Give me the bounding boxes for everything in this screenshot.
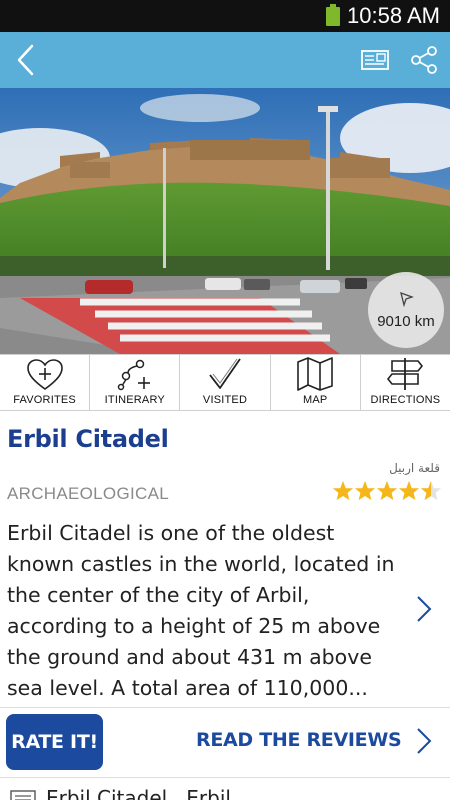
action-row: FAVORITES ITINERARY VISITED MAP DIRECTIO… — [0, 354, 450, 411]
distance-value: 9010 km — [377, 312, 435, 330]
visited-button[interactable]: VISITED — [180, 355, 271, 410]
divider — [0, 707, 450, 708]
place-description[interactable]: Erbil Citadel is one of the oldest known… — [7, 518, 399, 704]
directions-label: DIRECTIONS — [370, 394, 441, 406]
divider — [0, 777, 450, 778]
place-address[interactable]: Erbil Citadel , Erbil — [46, 786, 231, 800]
favorites-label: FAVORITES — [13, 394, 76, 406]
chevron-right-icon — [417, 728, 432, 754]
heart-plus-icon — [26, 359, 63, 390]
chevron-right-icon — [417, 596, 432, 622]
favorites-button[interactable]: FAVORITES — [0, 355, 91, 410]
description-more-button[interactable] — [416, 595, 432, 627]
postcard-icon — [361, 50, 389, 70]
star-icon — [332, 480, 354, 501]
compass-arrow-icon — [400, 291, 414, 307]
read-reviews-link[interactable]: READ THE REVIEWS — [196, 729, 402, 751]
star-icon — [376, 480, 398, 501]
status-bar: 10:58 AM — [0, 0, 450, 32]
star-icon — [398, 480, 420, 501]
map-button[interactable]: MAP — [271, 355, 361, 410]
map-icon — [297, 357, 334, 391]
checkmark-icon — [209, 358, 241, 389]
star-icon — [354, 480, 376, 501]
star-rating — [332, 480, 442, 502]
share-button[interactable] — [406, 42, 442, 78]
chevron-left-icon — [17, 44, 34, 76]
app-bar — [0, 32, 450, 88]
place-category: ARCHAEOLOGICAL — [7, 484, 169, 503]
half-star-icon — [420, 480, 442, 501]
battery-icon — [326, 4, 340, 26]
visited-label: VISITED — [202, 394, 248, 406]
itinerary-button[interactable]: ITINERARY — [90, 355, 181, 410]
rate-it-button[interactable]: RATE IT! — [6, 714, 103, 770]
itinerary-icon — [117, 359, 150, 391]
hero-image[interactable]: 9010 km — [0, 88, 450, 354]
reviews-chevron-button[interactable] — [416, 727, 432, 759]
place-title: Erbil Citadel — [7, 425, 169, 453]
clock: 10:58 AM — [347, 3, 440, 28]
back-button[interactable] — [8, 42, 44, 78]
map-label: MAP — [302, 394, 328, 406]
postcard-button[interactable] — [358, 44, 392, 76]
directions-button[interactable]: DIRECTIONS — [361, 355, 450, 410]
signpost-icon — [387, 358, 424, 390]
itinerary-label: ITINERARY — [104, 394, 165, 406]
address-icon — [10, 790, 36, 800]
distance-badge: 9010 km — [368, 272, 444, 348]
place-native-name: قلعة اربيل — [389, 461, 440, 475]
share-icon — [411, 46, 437, 74]
